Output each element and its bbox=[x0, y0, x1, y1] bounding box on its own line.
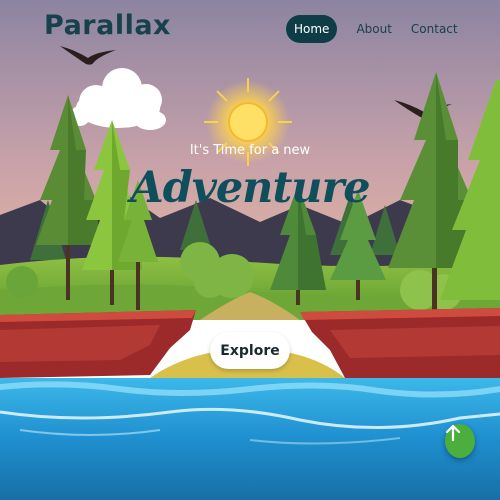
nav-about[interactable]: About bbox=[356, 22, 391, 36]
hero-headline: Adventure bbox=[130, 163, 370, 213]
scroll-to-top-button[interactable] bbox=[445, 424, 475, 458]
landscape-illustration bbox=[0, 0, 500, 500]
parallax-scene: Parallax Home About Contact It's Time fo… bbox=[0, 0, 500, 500]
hero-tagline: It's Time for a new bbox=[189, 143, 311, 158]
brand-logo[interactable]: Parallax bbox=[44, 10, 171, 41]
arrow-up-icon bbox=[445, 424, 461, 442]
explore-button[interactable]: Explore bbox=[210, 332, 290, 369]
main-nav: Home About Contact bbox=[286, 14, 477, 44]
nav-contact[interactable]: Contact bbox=[411, 22, 458, 36]
nav-home[interactable]: Home bbox=[286, 15, 338, 43]
